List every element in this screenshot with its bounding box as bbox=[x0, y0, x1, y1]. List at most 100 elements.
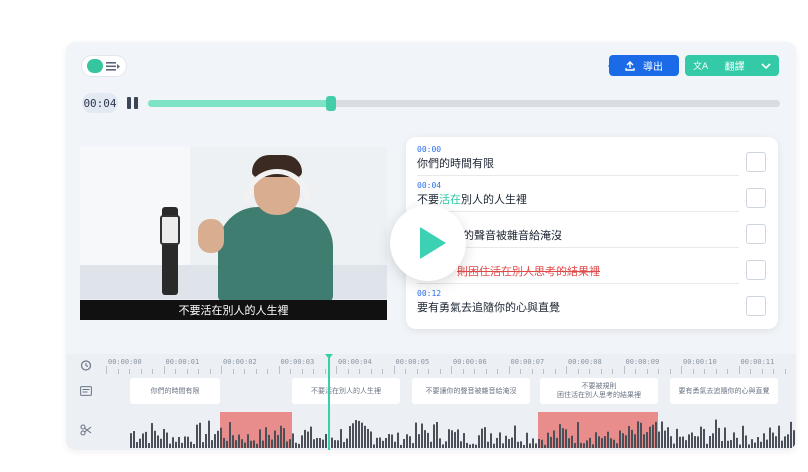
waveform-bar bbox=[664, 430, 666, 448]
ruler-tick bbox=[336, 366, 337, 374]
audio-waveform[interactable] bbox=[106, 412, 796, 448]
waveform-bar bbox=[181, 442, 183, 448]
waveform-bar bbox=[448, 429, 450, 448]
video-preview[interactable]: 不要活在別人的人生裡 bbox=[80, 147, 387, 320]
subtitle-clip[interactable]: 不要活在別人的人生裡 bbox=[292, 378, 400, 404]
pause-icon[interactable] bbox=[126, 97, 140, 109]
waveform-bar bbox=[655, 421, 657, 448]
waveform-bar bbox=[262, 440, 264, 448]
ruler-tick bbox=[715, 369, 717, 374]
scissors-icon[interactable] bbox=[80, 424, 92, 436]
ruler-tick bbox=[589, 369, 590, 374]
waveform-bar bbox=[274, 430, 276, 448]
waveform-bar bbox=[244, 442, 246, 448]
waveform-bar bbox=[361, 422, 363, 448]
ruler-tick bbox=[405, 369, 406, 374]
ruler-tick bbox=[531, 369, 533, 374]
waveform-bar bbox=[709, 436, 711, 448]
waveform-bar bbox=[295, 442, 297, 448]
waveform-bar bbox=[394, 441, 396, 448]
subtitle-checkbox[interactable] bbox=[746, 296, 766, 316]
waveform-bar bbox=[529, 443, 531, 448]
waveform-bar bbox=[661, 421, 663, 448]
clip-text: 不要活在別人的人生裡 bbox=[311, 386, 381, 395]
ruler-tick bbox=[658, 369, 659, 374]
waveform-bar bbox=[613, 439, 615, 448]
ruler-tick bbox=[278, 366, 280, 374]
ruler-tick bbox=[140, 369, 142, 374]
upload-icon bbox=[625, 60, 635, 71]
subtitle-checkbox[interactable] bbox=[746, 260, 766, 280]
app-logo[interactable] bbox=[82, 56, 126, 76]
subtitle-item[interactable]: 00:12 要有勇氣去追隨你的心與直覺 bbox=[417, 289, 739, 319]
subtitle-item[interactable]: 則困住活在別人思考的結果裡 bbox=[417, 253, 739, 284]
ruler-tick bbox=[439, 369, 441, 374]
waveform-bar bbox=[343, 442, 345, 448]
ruler-label: 00:00:03 bbox=[280, 358, 315, 366]
waveform-bar bbox=[385, 438, 387, 448]
translate-label: 翻譯 bbox=[724, 62, 745, 73]
timeline-playhead[interactable] bbox=[325, 354, 333, 450]
waveform-bar bbox=[466, 442, 468, 448]
waveform-bar bbox=[136, 442, 138, 448]
waveform-bar bbox=[739, 444, 741, 448]
clip-text: 不要被規則 bbox=[581, 382, 617, 390]
subtitle-item[interactable]: 00:00 你們的時間有限 bbox=[417, 145, 739, 176]
progress-slider[interactable] bbox=[148, 96, 780, 111]
waveform-bar bbox=[571, 435, 573, 448]
waveform-bar bbox=[415, 422, 417, 448]
waveform-bar bbox=[382, 440, 384, 448]
waveform-bar bbox=[193, 443, 195, 448]
subtitle-item[interactable]: 00:04 不要活在別人的人生裡 bbox=[417, 181, 739, 212]
subtitle-text[interactable]: 你們的時間有限 bbox=[417, 155, 494, 171]
subtitle-text[interactable]: 的聲音被雜音給淹沒 bbox=[463, 227, 562, 243]
waveform-bar bbox=[502, 443, 504, 448]
play-button[interactable] bbox=[390, 205, 466, 281]
ruler-tick bbox=[600, 369, 602, 374]
waveform-bar bbox=[319, 438, 321, 448]
progress-handle[interactable] bbox=[326, 96, 337, 111]
waveform-bar bbox=[526, 432, 528, 448]
ruler-tick bbox=[704, 369, 705, 374]
playhead-cap bbox=[325, 354, 333, 359]
waveform-bar bbox=[451, 430, 453, 448]
ruler-tick bbox=[267, 369, 268, 374]
subtitle-checkbox[interactable] bbox=[746, 188, 766, 208]
ruler-tick bbox=[462, 369, 464, 374]
waveform-bar bbox=[160, 438, 162, 448]
subtitle-clip[interactable]: 不要讓你的聲音被雜音給淹沒 bbox=[412, 378, 530, 404]
waveform-bar bbox=[697, 436, 699, 448]
ruler-tick bbox=[347, 369, 349, 374]
waveform-bar bbox=[427, 432, 429, 448]
clip-text: 困住活在別人思考的結果裡 bbox=[557, 391, 641, 399]
waveform-bar bbox=[649, 426, 651, 448]
subtitle-text-deleted[interactable]: 則困住活在別人思考的結果裡 bbox=[457, 263, 600, 279]
waveform-bar bbox=[793, 430, 795, 448]
translate-button[interactable]: 文A 翻譯 bbox=[685, 55, 779, 76]
ruler-tick bbox=[152, 369, 153, 374]
waveform-bar bbox=[751, 439, 753, 448]
subtitle-checkbox[interactable] bbox=[746, 152, 766, 172]
subtitle-text[interactable]: 要有勇氣去追隨你的心與直覺 bbox=[417, 299, 560, 315]
waveform-bar bbox=[376, 437, 378, 448]
clock-icon bbox=[80, 360, 92, 371]
waveform-bar bbox=[754, 442, 756, 448]
subtitle-clip[interactable]: 你們的時間有限 bbox=[130, 378, 220, 404]
waveform-bar bbox=[256, 443, 258, 448]
subtitle-clip[interactable]: 不要被規則 困住活在別人思考的結果裡 bbox=[540, 378, 658, 404]
waveform-bar bbox=[577, 422, 579, 448]
waveform-bar bbox=[247, 434, 249, 448]
waveform-bar bbox=[610, 438, 612, 448]
waveform-bar bbox=[607, 431, 609, 448]
export-button[interactable]: 導出 bbox=[609, 55, 679, 76]
waveform-bar bbox=[253, 440, 255, 448]
timeline[interactable]: 00:00:00 00:00:01 00:00:02 00:00:03 00:00:04… bbox=[66, 354, 796, 450]
current-time-badge: 00:04 bbox=[82, 93, 118, 113]
subtitle-checkbox[interactable] bbox=[746, 224, 766, 244]
ruler-label: 00:00:02 bbox=[223, 358, 257, 366]
ruler-tick bbox=[106, 366, 107, 374]
waveform-bar bbox=[232, 435, 234, 448]
ruler-tick bbox=[554, 369, 556, 374]
waveform-bar bbox=[688, 434, 690, 448]
subtitle-clip[interactable]: 要有勇氣去追隨你的心與直覺 bbox=[670, 378, 778, 404]
